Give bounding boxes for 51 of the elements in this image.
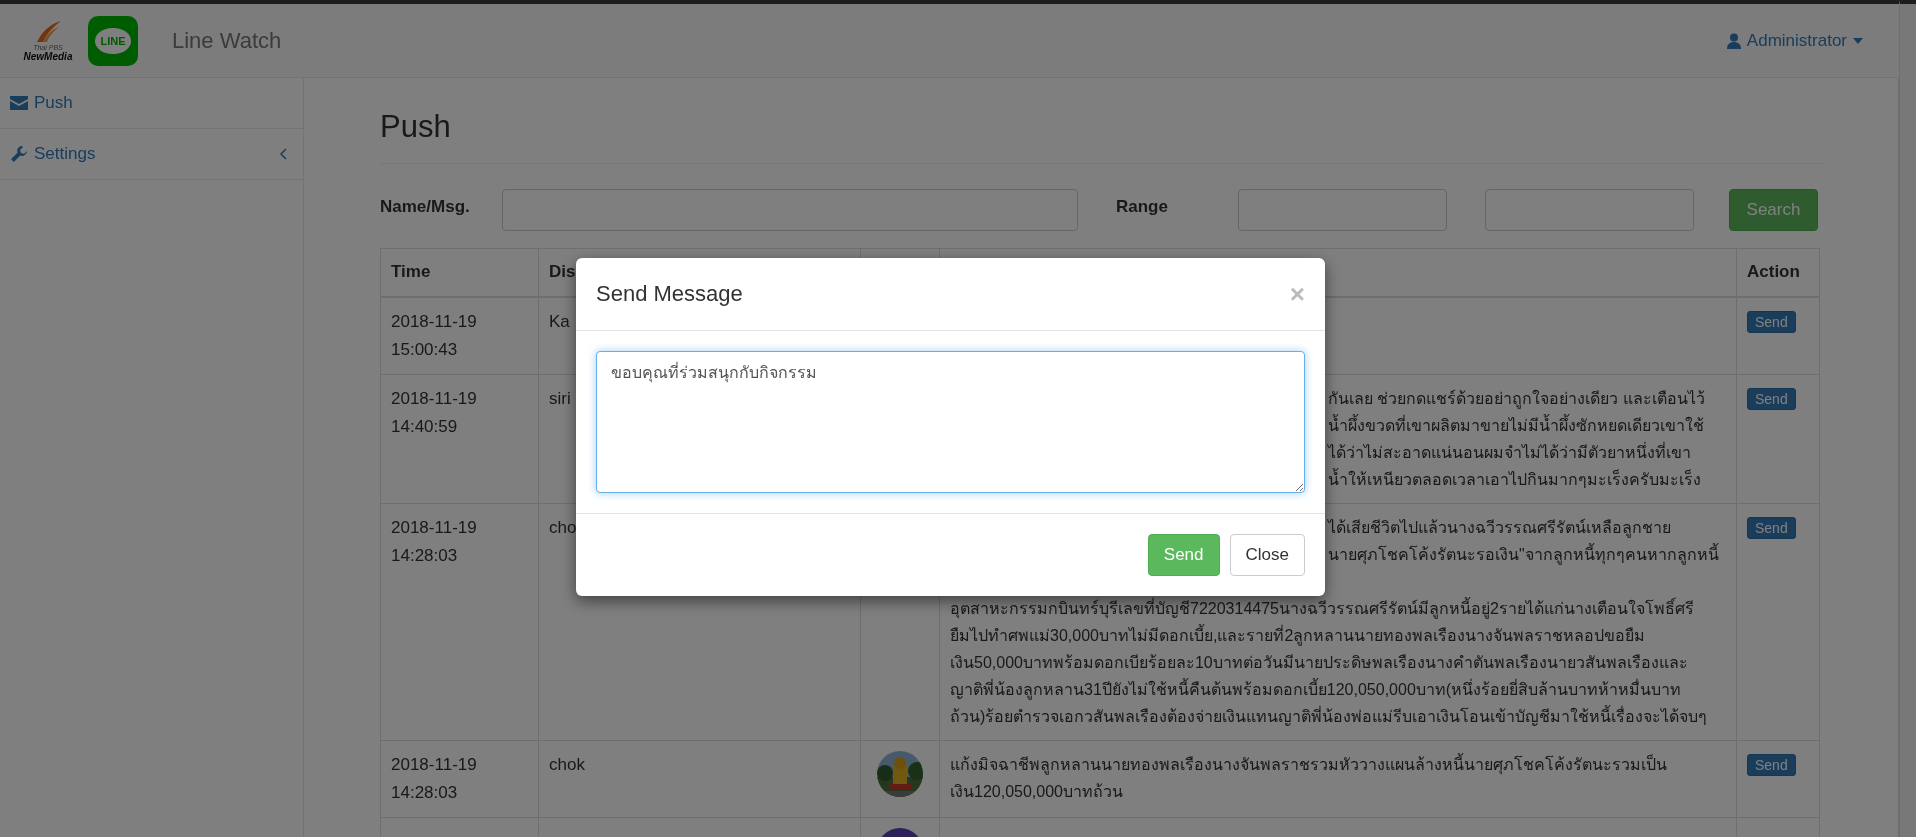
page-title: Push — [380, 109, 1826, 164]
app-title: Line Watch — [172, 27, 282, 54]
search-button[interactable]: Search — [1729, 189, 1818, 231]
message-line: ยืมไปทำศพแม่30,000บาทไม่มีดอกเบี้ย,และรายที่2ลูกหลานนายทองพลเรืองนางจันพลราชหลอปขอยืม — [950, 623, 1646, 648]
send-button[interactable]: Send — [1747, 516, 1796, 539]
send-button[interactable]: Send — [1147, 534, 1220, 576]
time-cell: 2018-11-19 14:28:03 — [391, 754, 477, 802]
name-cell: siri — [549, 388, 571, 408]
user-icon — [1726, 32, 1741, 49]
sidebar-item[interactable]: Push — [0, 78, 303, 129]
column-header: Dis — [549, 262, 576, 282]
time-cell: 2018-11-19 14:28:03 — [391, 517, 477, 565]
message-field[interactable]: ขอบคุณที่ร่วมสนุกกับกิจกรรม — [596, 351, 1305, 493]
time-cell: 2018-11-19 14:40:59 — [391, 388, 477, 436]
close-button[interactable]: Close — [1229, 534, 1305, 576]
column-header: Time — [391, 262, 431, 282]
message-line: ได้ว่าไม่สะอาดแน่นอนผมจำไม่ได้ว่ามีตัวยาหนึ่งที่เขา — [1328, 441, 1691, 463]
app-icon-label: LINE — [95, 27, 131, 54]
time-cell: 2018-11-19 15:00:43 — [391, 311, 477, 359]
message-line: อุตสาหะกรรมกบินทร์บุรีเลขที่บัญชี7220314475นางฉวีวรรณศรีรัตน์มีลูกหนี้อยู่2รายได้แก่นางเตือนใจโพธิ์ศรี — [950, 596, 1694, 621]
sidebar-item[interactable]: Settings — [0, 129, 303, 180]
scrollbar[interactable] — [1899, 0, 1916, 837]
logo-text: NewMedia — [23, 50, 73, 62]
send-button[interactable]: Send — [1747, 753, 1796, 776]
column-header: Action — [1747, 262, 1800, 282]
name-cell: chok — [549, 754, 585, 774]
filter-label: Name/Msg. — [380, 196, 471, 217]
wrench-icon — [10, 145, 28, 163]
dialog-title: Send Message — [596, 281, 743, 307]
envelope-icon — [10, 96, 28, 110]
filter-label: Range — [1116, 196, 1169, 217]
send-button[interactable]: Send — [1747, 310, 1796, 333]
message-text: แก้งมิจฉาชีพลูกหลานนายทองพลเรืองนางจันพลราชรวมหัววางแผนล้างหนี้นายศุภโชคโค้งรัตนะรวมเป็นเงิน120,050,000บาทถ้วน — [950, 752, 1668, 802]
message-line: ญาติพี่น้องลูกหลาน31ปียังไม่ใช้หนี้คืนต้นพร้อมดอกเบี้ย120,050,000บาท(หนึ่งร้อยยี่สิบล้านบาทห้าหมื่นบาท — [950, 677, 1682, 702]
message-line: น้ำให้เหนียวตลอดเวลาเอาไปกินมากๆมะเร็งครับมะเร็ง — [1328, 467, 1701, 490]
name-cell: Ka — [549, 311, 570, 331]
caret-icon — [1853, 37, 1863, 44]
message-line: นายศุภโชคโค้งรัตนะรอเงิน"จากลูกหนี้ทุกๆคนหากลูกหนี้ — [1328, 542, 1719, 567]
close-button[interactable]: × — [1289, 278, 1305, 310]
message-line: เงิน50,000บาทพร้อมดอกเบียร้อยละ10บาทต่อวันมีนายประดิษพลเรืองนางคำตันพลเรืองนายวสันพลเรืองและ — [950, 652, 1688, 673]
name-cell: cho — [549, 517, 577, 537]
message-line: ได้เสียชีวิตไปแล้วนางฉวีวรรณศรีรัตน์เหลือลูกชาย — [1328, 517, 1671, 540]
user-menu[interactable]: Administrator — [1726, 30, 1863, 51]
send-button[interactable]: Send — [1747, 387, 1796, 410]
name-field[interactable] — [502, 189, 1078, 231]
message-line: กันเลย ช่วยกดแชร์ด้วยอย่าถูกใจอย่างเดียว และเตือนไว้ — [1328, 388, 1705, 411]
message-line: ถ้วน)ร้อยตำรวจเอกวสันพลเรืองต้องจ่ายเงินแทนญาติพี่น้องพ่อแม่รีบเอาเงินโอนเข้าบัญชีมาใช้หนี้เรื่องจะได้จบๆ — [950, 704, 1708, 728]
date-field[interactable] — [1238, 189, 1447, 231]
message-line: น้ำผึ้งขวดที่เขาผลิตมาขายไม่มีน้ำผึ้งซักหยดเดียวเขาใช้ — [1328, 413, 1704, 436]
chevron-icon — [279, 148, 287, 160]
date-field[interactable] — [1485, 189, 1694, 231]
